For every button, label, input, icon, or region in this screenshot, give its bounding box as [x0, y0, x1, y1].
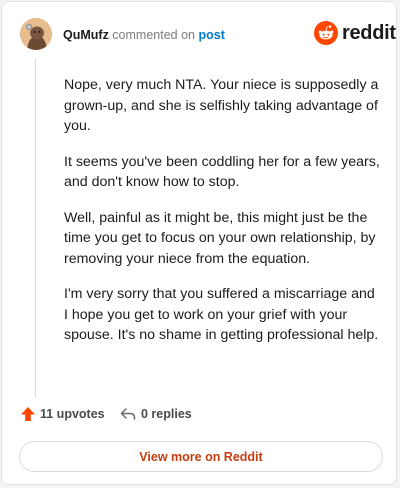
- upvote-icon: [21, 407, 35, 421]
- reddit-logo[interactable]: reddit: [314, 21, 396, 45]
- post-link[interactable]: post: [198, 28, 224, 42]
- comment-paragraph: Well, painful as it might be, this might…: [64, 209, 376, 267]
- avatar-icon: [20, 18, 52, 50]
- comment-paragraph: I'm very sorry that you suffered a misca…: [64, 286, 379, 343]
- comment-paragraph: Nope, very much NTA. Your niece is suppo…: [64, 77, 379, 134]
- comment-action-text: commented on: [108, 28, 199, 42]
- upvote-count: 11 upvotes: [40, 407, 105, 421]
- comment-header: QuMufz commented on post: [63, 28, 225, 42]
- reply-button[interactable]: 0 replies: [120, 406, 192, 422]
- thread-line[interactable]: [35, 58, 36, 398]
- comment-paragraph: It seems you've been coddling her for a …: [64, 153, 380, 191]
- comment-card: QuMufz commented on post reddit Nope, ve…: [1, 1, 397, 485]
- avatar[interactable]: [20, 18, 52, 50]
- reply-count: 0 replies: [141, 407, 192, 421]
- reddit-wordmark: reddit: [342, 21, 396, 44]
- upvote-button[interactable]: 11 upvotes: [20, 406, 105, 422]
- username-link[interactable]: QuMufz: [63, 28, 109, 42]
- comment-body: Nope, very much NTA. Your niece is suppo…: [64, 75, 382, 361]
- reddit-logo-icon: [314, 21, 338, 45]
- view-more-button[interactable]: View more on Reddit: [19, 441, 383, 472]
- reply-icon: [120, 408, 136, 420]
